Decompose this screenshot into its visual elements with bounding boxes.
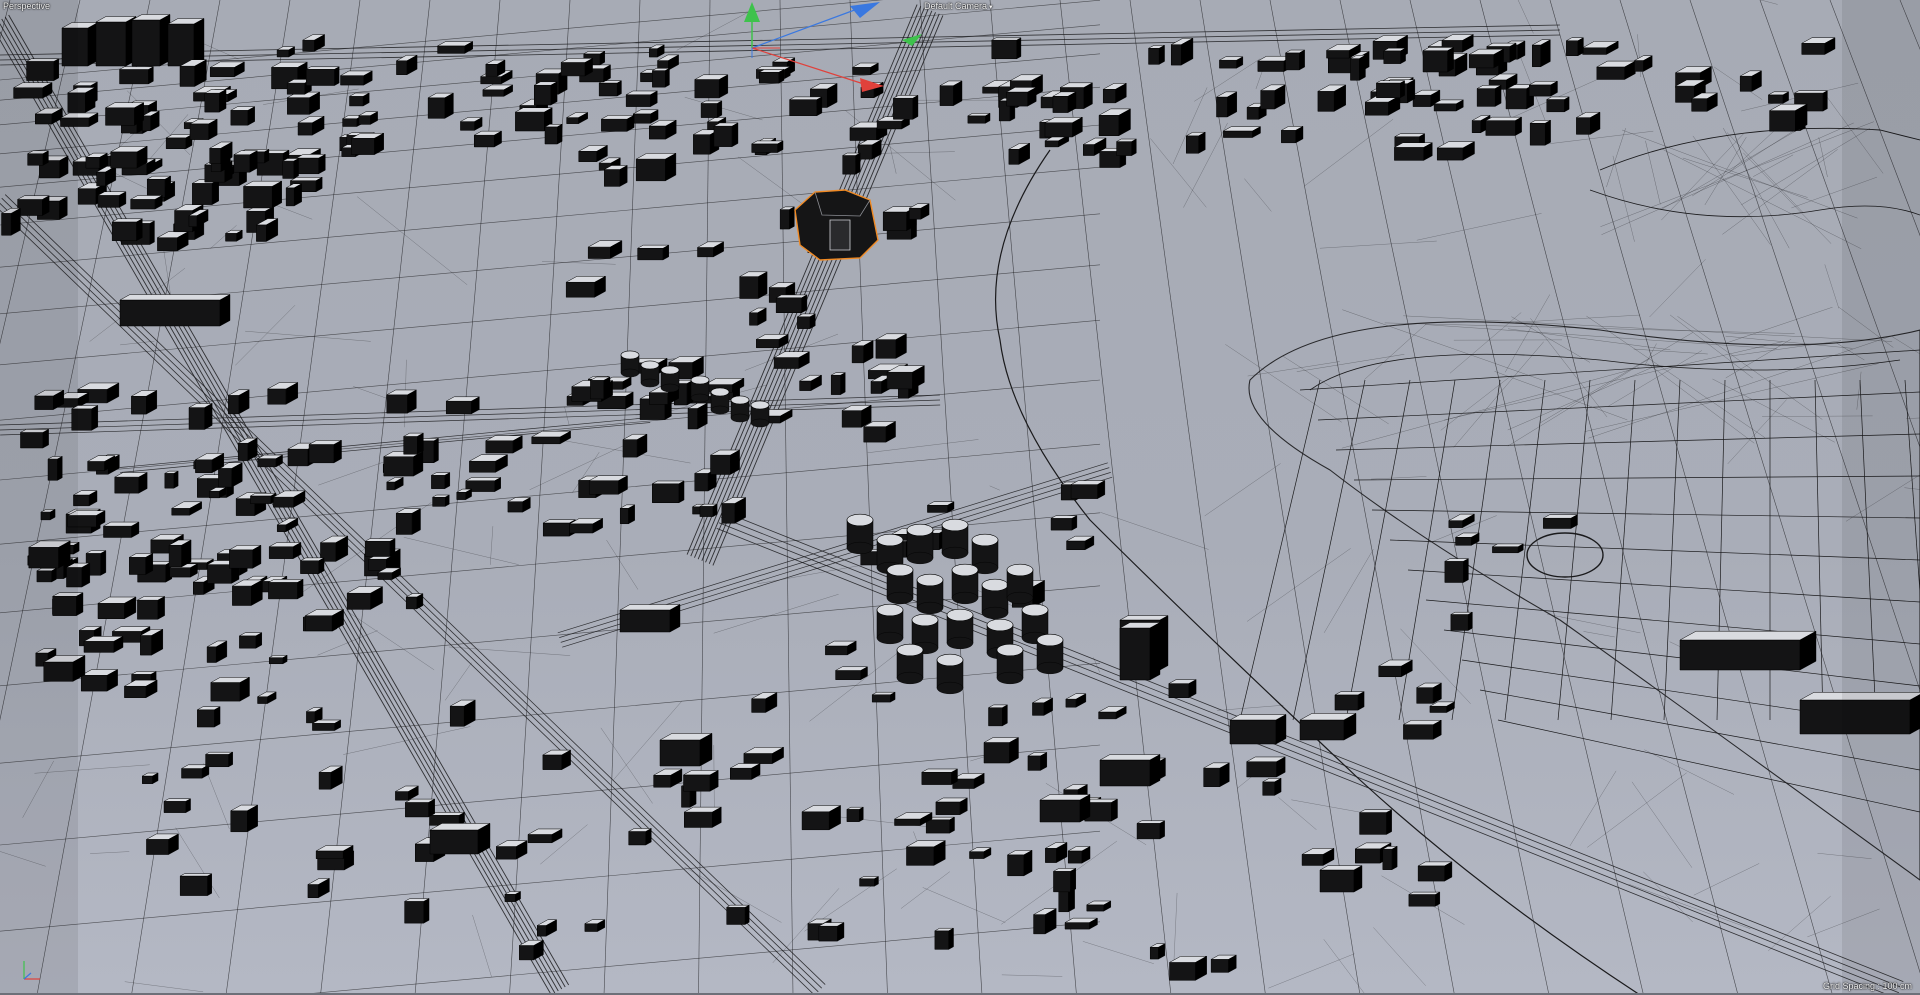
camera-selector[interactable]: Default Camera ▾	[924, 1, 993, 13]
safe-frame-right	[1842, 0, 1920, 995]
city-wireframe-scene[interactable]	[0, 0, 1920, 995]
3d-viewport[interactable]: Perspective Default Camera ▾ Grid Spacing…	[0, 0, 1920, 995]
viewport-view-label[interactable]: Perspective	[3, 1, 50, 12]
grid-spacing-readout: Grid Spacing : 100 cm	[1822, 981, 1912, 991]
safe-frame-left	[0, 0, 78, 995]
world-axis-icon	[23, 961, 40, 980]
building-blocks	[1, 14, 1920, 981]
chevron-down-icon: ▾	[989, 4, 993, 11]
selected-building-object[interactable]	[794, 189, 879, 261]
camera-name: Default Camera	[924, 1, 988, 11]
